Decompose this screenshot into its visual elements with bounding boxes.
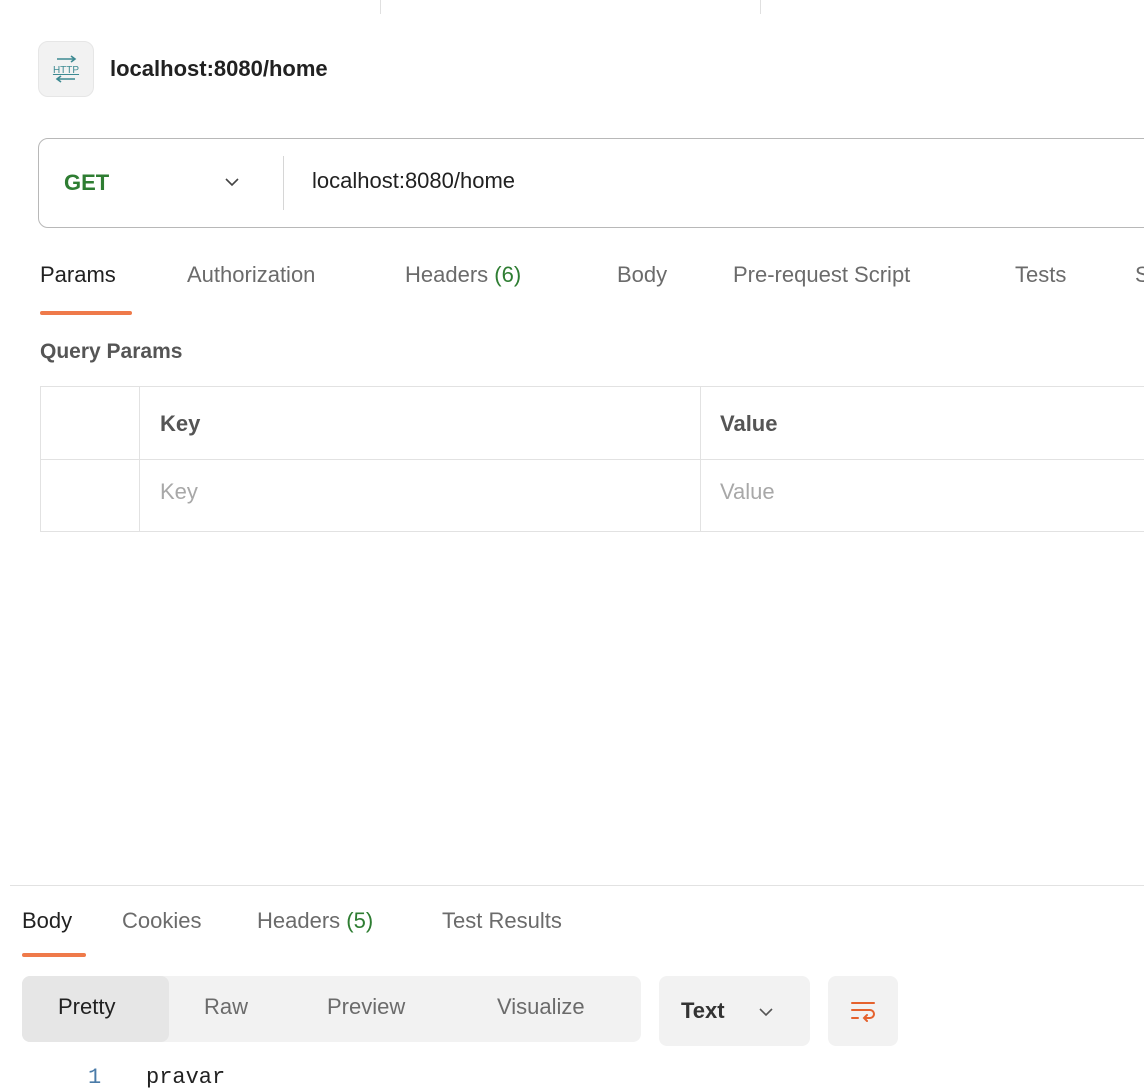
method-select[interactable]: GET	[64, 170, 109, 196]
url-input[interactable]	[312, 168, 1012, 194]
tab-divider-right	[760, 0, 761, 14]
response-headers-count: (5)	[346, 908, 374, 933]
view-mode-preview[interactable]: Preview	[327, 994, 405, 1020]
response-tab-headers[interactable]: Headers (5)	[257, 908, 373, 934]
tab-tests[interactable]: Tests	[1015, 262, 1066, 288]
svg-text:HTTP: HTTP	[53, 65, 79, 76]
view-mode-visualize[interactable]: Visualize	[497, 994, 585, 1020]
param-value-input[interactable]: Value	[720, 479, 775, 505]
tab-settings[interactable]: S	[1135, 262, 1144, 288]
url-separator	[283, 156, 284, 210]
view-mode-raw[interactable]: Raw	[204, 994, 248, 1020]
request-title[interactable]: localhost:8080/home	[110, 56, 328, 82]
column-header-value: Value	[720, 411, 778, 436]
wrap-lines-icon	[851, 1002, 875, 1022]
table-row-divider	[40, 459, 1144, 460]
chevron-down-icon[interactable]	[222, 172, 242, 192]
query-params-title: Query Params	[40, 340, 183, 363]
response-tab-cookies[interactable]: Cookies	[122, 908, 201, 934]
view-mode-pretty[interactable]: Pretty	[58, 994, 115, 1020]
tab-headers[interactable]: Headers (6)	[405, 262, 521, 288]
format-label: Text	[681, 998, 725, 1023]
tab-body[interactable]: Body	[617, 262, 667, 288]
response-tab-body[interactable]: Body	[22, 908, 72, 934]
param-key-input[interactable]: Key	[160, 479, 198, 505]
tab-pre-request-script[interactable]: Pre-request Script	[733, 262, 910, 288]
response-body-text: pravar	[146, 1065, 226, 1090]
http-request-icon: HTTP	[38, 41, 94, 97]
wrap-lines-button[interactable]	[828, 976, 898, 1046]
tab-divider-left	[380, 0, 381, 14]
headers-count: (6)	[494, 262, 522, 287]
chevron-down-icon	[759, 1008, 773, 1017]
column-header-key: Key	[160, 411, 201, 436]
line-number: 1	[88, 1065, 102, 1090]
response-tab-test-results[interactable]: Test Results	[442, 908, 562, 934]
active-tab-indicator	[40, 311, 132, 315]
response-divider	[10, 885, 1144, 886]
active-response-tab-indicator	[22, 953, 86, 957]
tab-authorization[interactable]: Authorization	[187, 262, 315, 288]
tab-params[interactable]: Params	[40, 262, 116, 288]
